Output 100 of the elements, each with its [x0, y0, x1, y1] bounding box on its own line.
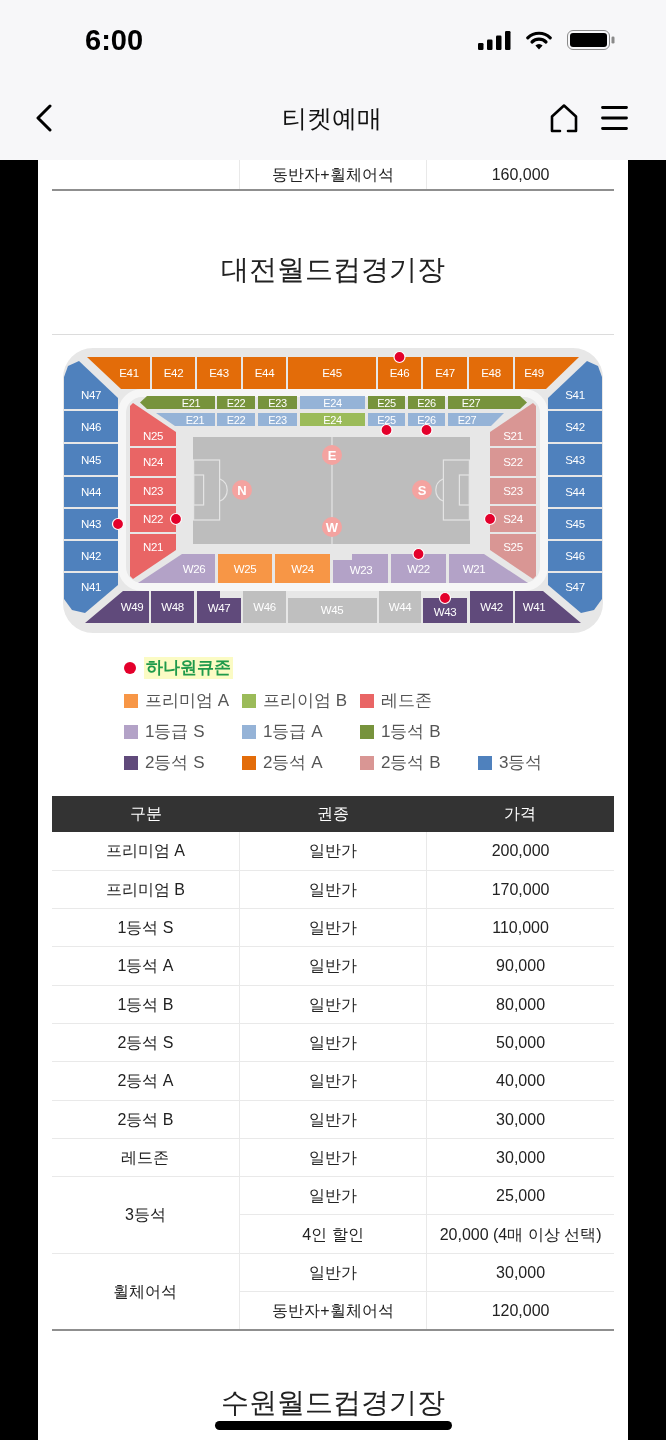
column-header: 구분: [52, 796, 240, 832]
seat-section: N46: [64, 411, 118, 442]
table-cell: 프리미엄 A: [52, 832, 240, 871]
seat-section: E42: [152, 357, 195, 389]
table-cell: 2등석 B: [52, 1100, 240, 1139]
table-cell: 일반가: [239, 832, 427, 871]
seat-section: E46: [378, 357, 421, 389]
seat-section: N24: [130, 448, 176, 476]
table-cell: 30,000: [426, 1253, 614, 1292]
seat-section: W21: [449, 554, 528, 583]
seat-section: E48: [469, 357, 513, 389]
legend-label: 2등석 A: [263, 752, 323, 774]
stadium-title: 수원월드컵경기장: [221, 1385, 445, 1420]
seat-section: N21: [130, 534, 176, 579]
seat-section: S43: [548, 444, 602, 475]
seat-section: E47: [423, 357, 467, 389]
seat-section: E41: [87, 357, 150, 389]
table-cell: 동반자+휠체어석: [239, 1291, 427, 1330]
seat-section: W49: [85, 591, 149, 623]
seat-section: E21: [156, 413, 215, 426]
seat-section: S42: [548, 411, 602, 442]
seat-section: E43: [197, 357, 241, 389]
seat-section: N43: [64, 509, 118, 539]
seat-section: E26: [408, 396, 445, 409]
seat-section: E27: [448, 396, 527, 409]
table-cell: 레드존: [52, 1138, 240, 1177]
seat-section: S24: [490, 506, 536, 532]
seat-section: E25: [368, 396, 405, 409]
table-cell: 일반가: [239, 908, 427, 947]
seat-section: W42: [470, 591, 513, 623]
legend-label: 3등석: [499, 752, 543, 774]
table-cell: 일반가: [239, 1061, 427, 1101]
seat-section: N47: [64, 361, 118, 409]
legend-label: 2등석 B: [381, 752, 441, 774]
table-cell: 일반가: [239, 1253, 427, 1292]
column-header: 권종: [239, 796, 427, 832]
seat-section: E21: [140, 396, 215, 409]
menu-icon: [601, 104, 628, 131]
legend-label: 1등급 A: [263, 721, 323, 743]
seat-section: S44: [548, 477, 602, 507]
seat-section: N22: [130, 506, 176, 532]
table-cell: 휠체어석: [52, 1253, 240, 1330]
seat-section: E24: [300, 396, 365, 409]
seat-section: E27: [448, 413, 504, 426]
menu-button[interactable]: [601, 104, 628, 131]
table-cell: 일반가: [239, 946, 427, 986]
table-cell: 90,000: [426, 946, 614, 986]
legend-label: 레드존: [381, 690, 432, 712]
legend-label: 1등급 S: [145, 721, 205, 743]
table-cell: 110,000: [426, 908, 614, 947]
seat-section: N25: [130, 403, 176, 446]
legend-label: 프리미엄 A: [145, 690, 230, 712]
seat-section: N41: [64, 573, 118, 613]
seat-section: E49: [515, 357, 579, 389]
table-cell: 30,000: [426, 1138, 614, 1177]
table-cell: 20,000 (4매 이상 선택): [426, 1214, 614, 1254]
table-cell: 일반가: [239, 1100, 427, 1139]
table-cell: 일반가: [239, 1176, 427, 1215]
direction-marker: E: [322, 445, 342, 465]
seat-section: S21: [490, 403, 536, 446]
stadium-title: 대전월드컵경기장: [221, 253, 445, 287]
home-button[interactable]: [549, 102, 579, 133]
seat-section: W45: [288, 598, 377, 623]
direction-marker: S: [412, 480, 432, 500]
table-cell: 1등석 B: [52, 985, 240, 1024]
status-time: 6:00: [85, 25, 144, 55]
table-cell: 40,000: [426, 1061, 614, 1101]
table-cell: 2등석 A: [52, 1061, 240, 1101]
seat-section: W48: [151, 591, 194, 623]
seat-section: E23: [258, 413, 297, 426]
seat-section: W46: [243, 591, 286, 623]
legend-label: 1등석 B: [381, 721, 441, 743]
seat-section: S41: [548, 361, 602, 409]
seat-section: S25: [490, 534, 536, 579]
seat-section: W43: [423, 598, 467, 623]
table-cell: 170,000: [426, 870, 614, 909]
seat-section: S47: [548, 573, 602, 613]
seat-section: E24: [300, 413, 365, 426]
table-cell: 200,000: [426, 832, 614, 871]
seat-section: E44: [243, 357, 286, 389]
page-title: 티켓예매: [282, 102, 382, 133]
legend-label: 하나원큐존: [144, 657, 233, 679]
seat-section: S22: [490, 448, 536, 476]
table-cell: 25,000: [426, 1176, 614, 1215]
table-cell: 160,000: [426, 160, 614, 190]
seat-section: E23: [258, 396, 297, 409]
seat-section: E26: [408, 413, 445, 426]
seat-section: N23: [130, 478, 176, 504]
table-cell: 1등석 A: [52, 946, 240, 986]
table-cell: 동반자+휠체어석: [239, 160, 427, 190]
legend-label: 프리이엄 B: [263, 690, 348, 712]
table-cell: 50,000: [426, 1023, 614, 1062]
table-cell: 일반가: [239, 1023, 427, 1062]
seat-section: W25: [218, 554, 272, 583]
table-cell: 일반가: [239, 1138, 427, 1177]
back-button[interactable]: [36, 103, 52, 132]
seat-section: E45: [288, 357, 376, 389]
table-cell: 3등석: [52, 1176, 240, 1254]
seat-section: W44: [379, 591, 421, 623]
seat-section: W24: [275, 554, 330, 583]
